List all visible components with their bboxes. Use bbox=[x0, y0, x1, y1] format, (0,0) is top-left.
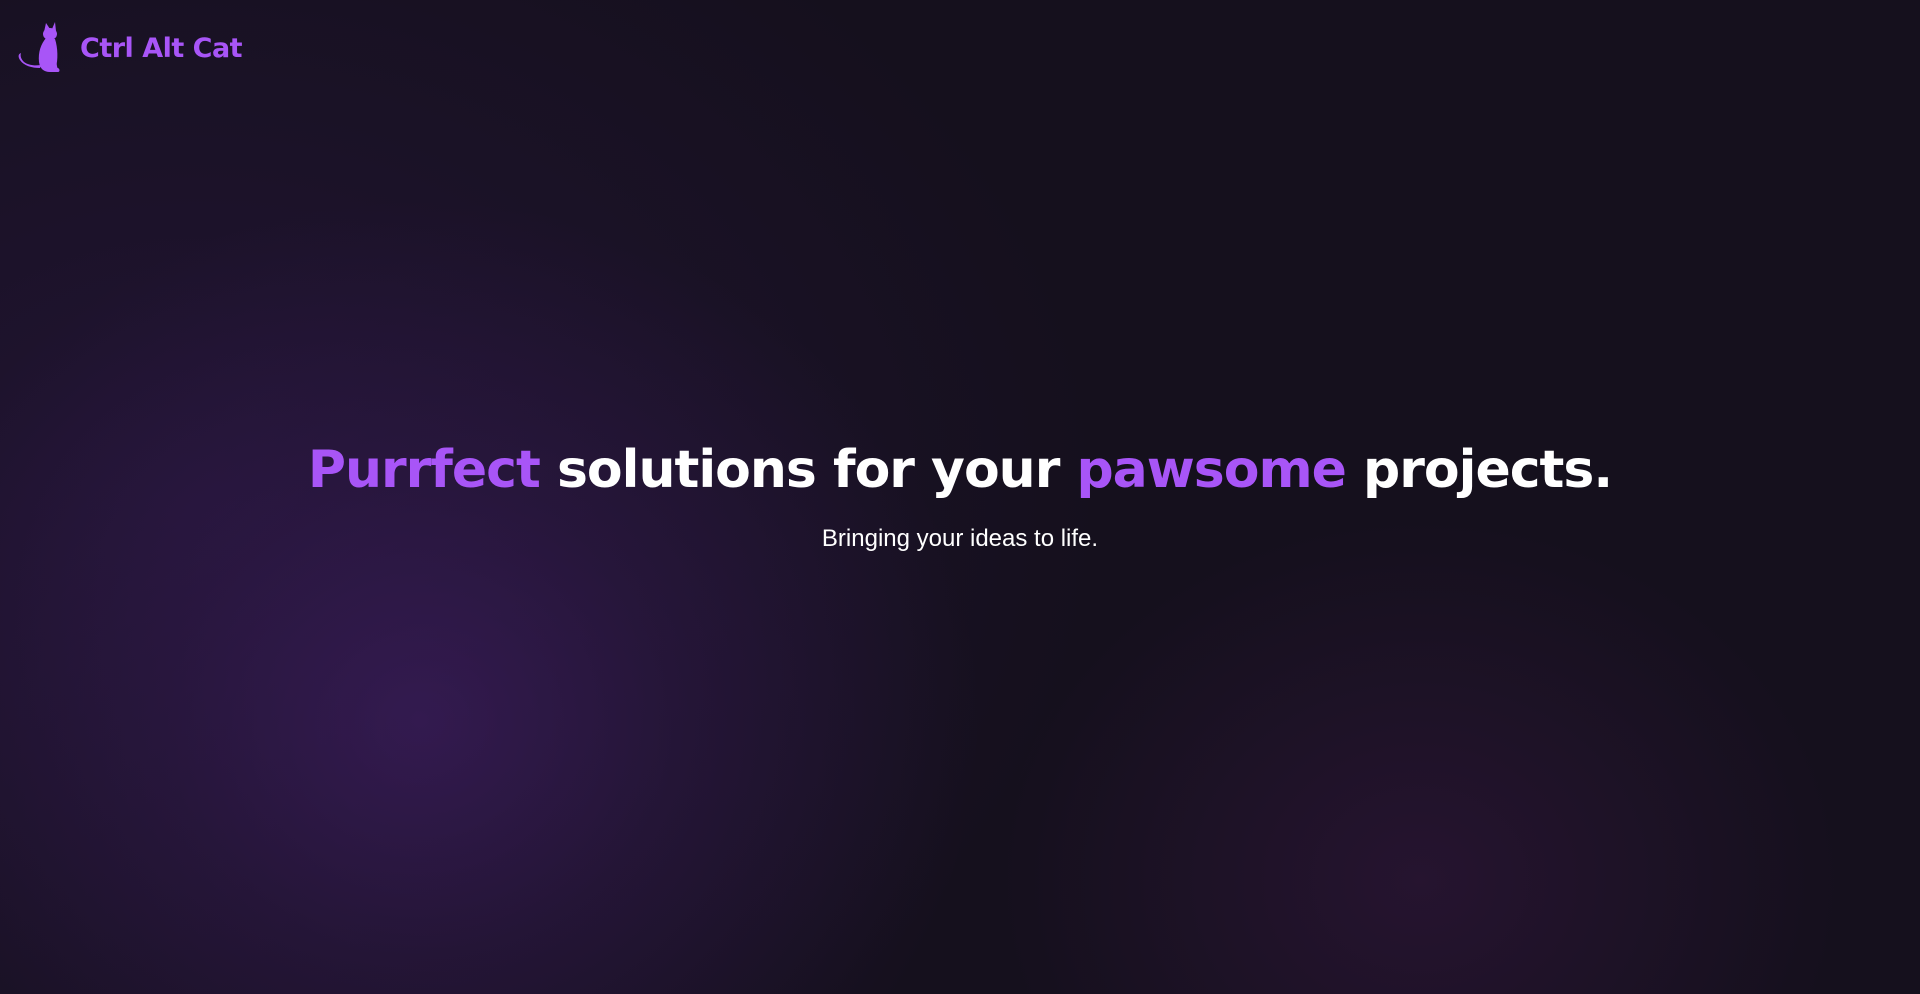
cat-silhouette-icon bbox=[18, 22, 60, 72]
headline-accent-pawsome: pawsome bbox=[1076, 440, 1346, 500]
headline-accent-purrfect: Purrfect bbox=[307, 440, 541, 500]
hero-headline: Purrfect solutions for your pawsome proj… bbox=[0, 437, 1920, 503]
brand-home-link[interactable]: Ctrl Alt Cat bbox=[14, 22, 243, 74]
brand-name: Ctrl Alt Cat bbox=[80, 32, 243, 64]
headline-text-2: projects. bbox=[1345, 440, 1613, 500]
hero-section: Purrfect solutions for your pawsome proj… bbox=[0, 437, 1920, 553]
headline-text-1: solutions for your bbox=[539, 440, 1077, 500]
hero-subheadline: Bringing your ideas to life. bbox=[821, 525, 1099, 552]
